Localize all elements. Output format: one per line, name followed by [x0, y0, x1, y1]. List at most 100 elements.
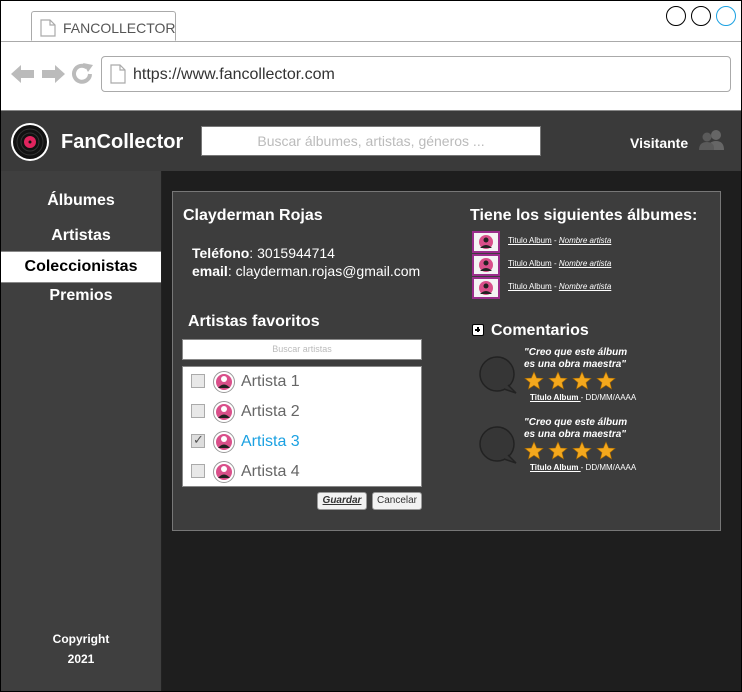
artist-name: Artista 4	[241, 463, 300, 480]
album-title[interactable]: Titulo Album	[508, 259, 552, 268]
save-button[interactable]: Guardar	[317, 492, 367, 510]
favorites-title: Artistas favoritos	[188, 313, 320, 330]
comment-line: "Creo que este álbum	[524, 417, 628, 428]
artist-avatar-icon	[213, 401, 235, 423]
vinyl-record-icon[interactable]	[11, 123, 49, 161]
page-icon	[110, 64, 126, 84]
album-artist[interactable]: Nombre artista	[559, 282, 611, 291]
star-icon	[524, 441, 544, 460]
album-title[interactable]: Titulo Album	[508, 236, 552, 245]
album-separator: -	[551, 259, 559, 268]
speech-bubble-icon	[479, 426, 517, 464]
list-item[interactable]: Artista 2	[183, 397, 421, 427]
comment-item: "Creo que este álbum es una obra maestra…	[476, 417, 716, 479]
star-icon	[572, 371, 592, 390]
sidebar-item-artistas[interactable]: Artistas	[1, 221, 161, 251]
tab-title: FANCOLLECTOR	[63, 20, 176, 36]
app-header: FanCollector Buscar álbumes, artistas, g…	[1, 110, 741, 172]
email-label: email	[192, 263, 228, 279]
document-icon	[40, 19, 56, 37]
album-separator: -	[551, 236, 559, 245]
contact-info: Teléfono: 3015944714 email: clayderman.r…	[192, 245, 421, 279]
comment-album-link[interactable]: Titulo Album	[530, 463, 581, 472]
comment-text: "Creo que este álbum es una obra maestra…	[524, 417, 627, 441]
user-label[interactable]: Visitante	[630, 135, 688, 151]
artist-name: Artista 3	[241, 433, 300, 450]
comment-date: - DD/MM/AAAA	[580, 463, 637, 472]
copyright: Copyright 2021	[1, 629, 161, 669]
album-link[interactable]: Titulo Album - Nombre artista	[508, 282, 611, 291]
artist-name: Artista 2	[241, 403, 300, 420]
close-button[interactable]	[716, 6, 736, 26]
checkbox[interactable]	[191, 464, 205, 478]
album-item[interactable]: Titulo Album - Nombre artista	[472, 231, 712, 253]
list-item[interactable]: ✓ Artista 3	[183, 427, 421, 457]
list-item[interactable]: Artista 4	[183, 457, 421, 487]
list-item[interactable]: Artista 1	[183, 367, 421, 397]
checkbox-checked[interactable]: ✓	[191, 432, 205, 448]
collector-profile-panel: Clayderman Rojas Teléfono: 3015944714 em…	[172, 191, 721, 531]
album-link[interactable]: Titulo Album - Nombre artista	[508, 259, 611, 268]
artist-name: Artista 1	[241, 373, 300, 390]
tab-bar: FANCOLLECTOR	[1, 1, 741, 42]
album-cover-icon	[472, 277, 500, 299]
artist-search-placeholder: Buscar artistas	[272, 344, 332, 354]
artist-avatar-icon	[213, 371, 235, 393]
comment-date: - DD/MM/AAAA	[580, 393, 637, 402]
reload-icon[interactable]	[71, 63, 95, 85]
comment-line: es una obra maestra"	[524, 429, 627, 440]
album-artist[interactable]: Nombre artista	[559, 236, 611, 245]
phone-label: Teléfono	[192, 245, 250, 261]
sidebar-item-premios[interactable]: Premios	[1, 281, 161, 311]
forward-arrow-icon[interactable]	[41, 64, 65, 84]
sidebar-item-albumes[interactable]: Álbumes	[1, 186, 161, 216]
star-icon	[548, 371, 568, 390]
global-search-input[interactable]: Buscar álbumes, artistas, géneros ...	[201, 126, 541, 156]
album-cover-icon	[472, 231, 500, 253]
users-icon[interactable]	[699, 129, 725, 151]
url-text: https://www.fancollector.com	[133, 66, 335, 83]
album-item[interactable]: Titulo Album - Nombre artista	[472, 277, 712, 299]
comment-text: "Creo que este álbum es una obra maestra…	[524, 347, 627, 371]
browser-window: FANCOLLECTOR https://www.fancollector.co…	[0, 0, 742, 692]
star-icon	[596, 371, 616, 390]
albums-title: Tiene los siguientes álbumes:	[470, 207, 698, 224]
url-field[interactable]: https://www.fancollector.com	[101, 56, 731, 92]
artist-search-input[interactable]: Buscar artistas	[182, 339, 422, 360]
artist-avatar-icon	[213, 431, 235, 453]
comment-item: "Creo que este álbum es una obra maestra…	[476, 347, 716, 409]
speech-bubble-icon	[479, 356, 517, 394]
album-artist[interactable]: Nombre artista	[559, 259, 611, 268]
comment-line: "Creo que este álbum	[524, 347, 628, 358]
comment-album-link[interactable]: Titulo Album	[530, 393, 581, 402]
maximize-button[interactable]	[691, 6, 711, 26]
checkbox[interactable]	[191, 374, 205, 388]
album-link[interactable]: Titulo Album - Nombre artista	[508, 236, 611, 245]
checkbox[interactable]	[191, 404, 205, 418]
comment-meta: Titulo Album - DD/MM/AAAA	[530, 463, 636, 472]
browser-tab[interactable]: FANCOLLECTOR	[31, 11, 176, 41]
copyright-year: 2021	[67, 652, 95, 666]
album-cover-icon	[472, 254, 500, 276]
sidebar-item-coleccionistas[interactable]: Coleccionistas	[1, 251, 161, 283]
check-icon: ✓	[193, 432, 204, 447]
back-arrow-icon[interactable]	[11, 64, 35, 84]
star-rating	[524, 371, 616, 390]
comment-line: es una obra maestra"	[524, 359, 627, 370]
minimize-button[interactable]	[666, 6, 686, 26]
artist-checklist: Artista 1 Artista 2 ✓ Artista 3 Artista …	[182, 366, 422, 487]
main-content: Clayderman Rojas Teléfono: 3015944714 em…	[162, 171, 741, 691]
sidebar: Álbumes Artistas Coleccionistas Premios …	[1, 171, 162, 691]
copyright-label: Copyright	[52, 632, 110, 646]
cancel-button[interactable]: Cancelar	[372, 492, 422, 510]
star-icon	[572, 441, 592, 460]
expand-plus-icon[interactable]	[472, 324, 484, 336]
album-item[interactable]: Titulo Album - Nombre artista	[472, 254, 712, 276]
collector-name: Clayderman Rojas	[183, 207, 323, 224]
comments-title: Comentarios	[491, 322, 589, 339]
brand-name[interactable]: FanCollector	[61, 131, 183, 154]
comment-meta: Titulo Album - DD/MM/AAAA	[530, 393, 636, 402]
album-separator: -	[551, 282, 559, 291]
album-title[interactable]: Titulo Album	[508, 282, 552, 291]
artist-avatar-icon	[213, 461, 235, 483]
